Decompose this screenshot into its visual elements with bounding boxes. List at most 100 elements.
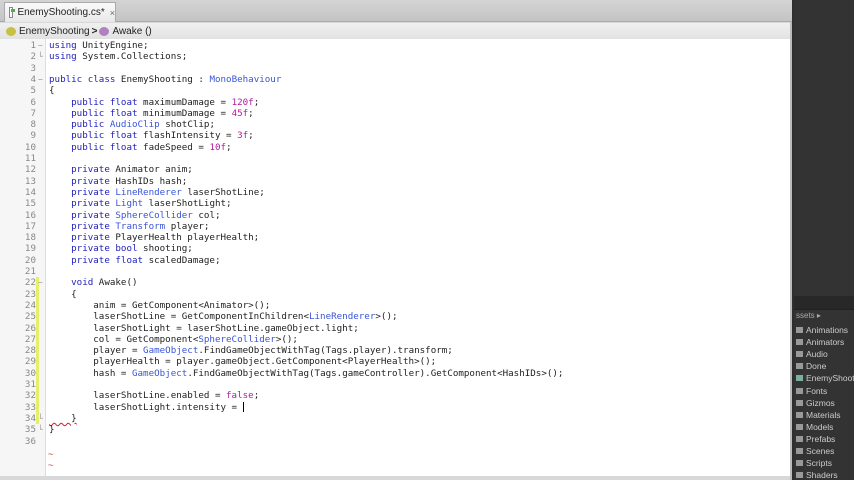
- code-line[interactable]: private SphereCollider col;: [49, 209, 221, 221]
- project-item[interactable]: Fonts: [796, 386, 827, 396]
- fold-marker-icon[interactable]: −: [38, 74, 43, 85]
- code-line[interactable]: private bool shooting;: [49, 243, 193, 254]
- code-line[interactable]: public float flashIntensity = 3f;: [49, 130, 254, 141]
- line-number: 20: [24, 254, 36, 266]
- code-token: ;: [248, 107, 254, 119]
- code-line[interactable]: private Transform player;: [49, 221, 209, 232]
- csharp-file-icon: [9, 7, 16, 18]
- project-item[interactable]: Audio: [796, 349, 828, 359]
- line-number: 35: [24, 424, 36, 436]
- code-token: private: [49, 186, 116, 198]
- line-number: 24: [24, 299, 36, 311]
- code-line[interactable]: private HashIDs hash;: [49, 176, 187, 187]
- code-token: using: [49, 40, 77, 51]
- line-number: 8: [30, 119, 36, 131]
- project-item-label: Models: [806, 421, 834, 432]
- code-token: anim = GetComponent<Animator>();: [49, 299, 271, 311]
- code-line[interactable]: laserShotLight = laserShotLine.gameObjec…: [49, 323, 359, 334]
- line-number: 11: [24, 153, 36, 164]
- code-line[interactable]: private Light laserShotLight;: [49, 198, 231, 209]
- code-line[interactable]: player = GameObject.FindGameObjectWithTa…: [49, 345, 453, 356]
- fold-marker-icon[interactable]: └: [38, 424, 43, 435]
- line-number: 19: [24, 243, 36, 255]
- folder-icon: [796, 460, 803, 467]
- project-item-label: Scenes: [806, 446, 835, 456]
- project-item-label: Audio: [806, 349, 828, 360]
- line-number: 36: [24, 435, 36, 447]
- code-token: private bool: [49, 243, 138, 255]
- line-number: 31: [24, 379, 36, 390]
- code-token: col;: [192, 209, 221, 221]
- project-item-label: Shaders: [806, 470, 838, 480]
- project-item[interactable]: Prefabs: [796, 434, 835, 444]
- project-item[interactable]: Animations: [796, 325, 848, 335]
- code-line[interactable]: public float maximumDamage = 120f;: [49, 97, 259, 108]
- code-token: {: [49, 288, 77, 300]
- code-line[interactable]: hash = GameObject.FindGameObjectWithTag(…: [49, 368, 563, 379]
- code-token: public float: [49, 107, 138, 119]
- folder-icon: [796, 327, 803, 333]
- code-line[interactable]: anim = GetComponent<Animator>();: [49, 300, 270, 311]
- code-line[interactable]: playerHealth = player.gameObject.GetComp…: [49, 356, 436, 367]
- tab-enemyshooting[interactable]: EnemyShooting.cs* ×: [4, 2, 116, 22]
- text-cursor: [242, 402, 244, 413]
- code-token: private: [49, 232, 110, 244]
- project-item[interactable]: Models: [796, 422, 833, 432]
- fold-marker-icon[interactable]: └: [38, 413, 43, 424]
- breadcrumb-class[interactable]: EnemyShooting: [19, 26, 90, 37]
- project-item[interactable]: Scripts: [796, 458, 832, 468]
- code-line[interactable]: col = GetComponent<SphereCollider>();: [49, 334, 298, 345]
- code-line[interactable]: void Awake(): [49, 277, 137, 288]
- code-token: 45f: [231, 107, 249, 119]
- project-item[interactable]: Done: [796, 361, 826, 371]
- code-token: private float: [49, 254, 144, 266]
- code-line[interactable]: {: [49, 85, 55, 96]
- code-line[interactable]: laserShotLine = GetComponentInChildren<L…: [49, 311, 397, 322]
- code-line[interactable]: public AudioClip shotClip;: [49, 119, 215, 130]
- fold-marker-icon[interactable]: −: [38, 40, 43, 51]
- code-line[interactable]: private PlayerHealth playerHealth;: [49, 232, 259, 243]
- tab-bar: EnemyShooting.cs* ×: [0, 0, 792, 22]
- code-line[interactable]: private float scaledDamage;: [49, 254, 220, 266]
- folder-icon: [796, 472, 803, 479]
- fold-marker-icon[interactable]: −: [38, 277, 43, 288]
- fold-marker-icon[interactable]: └: [38, 51, 43, 62]
- code-line[interactable]: using UnityEngine;: [49, 40, 149, 51]
- code-token: public: [49, 119, 110, 131]
- project-item[interactable]: Shaders: [796, 470, 838, 480]
- line-number: 32: [24, 390, 36, 402]
- code-line[interactable]: }: [49, 424, 55, 435]
- code-token: LineRenderer: [115, 186, 182, 198]
- line-number: 29: [24, 356, 36, 368]
- code-line[interactable]: private Animator anim;: [49, 164, 193, 175]
- code-line[interactable]: laserShotLight.intensity =: [49, 402, 244, 413]
- code-line[interactable]: using System.Collections;: [49, 51, 187, 62]
- project-item-label: Done: [806, 361, 827, 372]
- code-token: ;: [248, 130, 254, 142]
- assets-breadcrumb[interactable]: ssets ▸: [796, 311, 821, 320]
- code-line[interactable]: laserShotLine.enabled = false;: [49, 390, 259, 401]
- folder-icon: [796, 448, 803, 454]
- code-line[interactable]: public float minimumDamage = 45f;: [49, 108, 254, 119]
- project-item[interactable]: EnemyShoot: [796, 373, 854, 383]
- change-marker: [36, 277, 39, 425]
- project-item[interactable]: Gizmos: [796, 398, 835, 408]
- code-line[interactable]: public float fadeSpeed = 10f;: [49, 142, 231, 153]
- code-token: shotClip;: [159, 119, 215, 131]
- project-item[interactable]: Animators: [796, 337, 844, 347]
- code-token: laserShotLine.enabled =: [49, 390, 227, 402]
- close-tab-icon[interactable]: ×: [110, 8, 115, 18]
- project-item[interactable]: Materials: [796, 410, 840, 420]
- code-token: Animator anim;: [109, 164, 193, 176]
- code-token: public class: [49, 73, 116, 85]
- code-line[interactable]: }: [49, 413, 77, 424]
- code-line[interactable]: public class EnemyShooting : MonoBehavio…: [49, 74, 281, 85]
- project-item[interactable]: Scenes: [796, 446, 834, 456]
- folder-icon: [796, 435, 803, 442]
- code-line[interactable]: private LineRenderer laserShotLine;: [49, 187, 265, 198]
- breadcrumb-method[interactable]: Awake (): [112, 26, 151, 37]
- code-token: using: [49, 51, 77, 63]
- code-token: {: [49, 85, 55, 97]
- code-line[interactable]: {: [49, 289, 77, 300]
- code-area[interactable]: 1−2 └ 3 4−5 6 7 8 9 10 11 12 13 14 15 16 17 18 19 20 21 22−2…: [0, 39, 790, 476]
